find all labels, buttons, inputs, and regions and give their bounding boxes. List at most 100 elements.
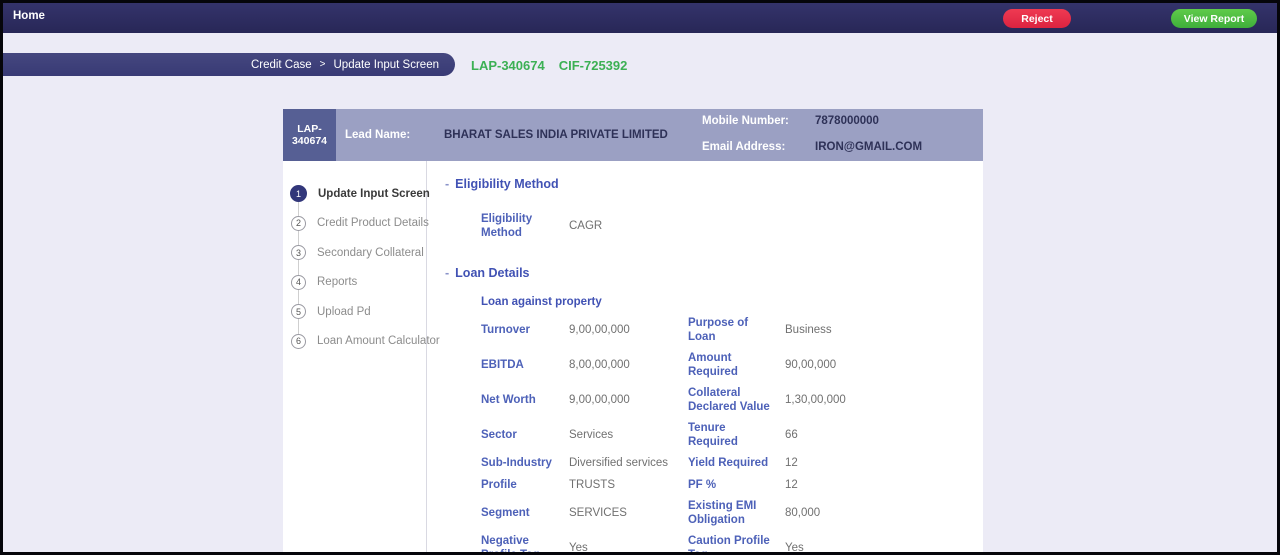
field-value: 12 [785,478,798,491]
lead-card-body: Lead Name: BHARAT SALES INDIA PRIVATE LI… [336,109,983,161]
home-link[interactable]: Home [13,10,45,22]
main-content: LAP- 340674 Lead Name: BHARAT SALES INDI… [283,109,983,552]
field-label: Negative Profile Tag [481,535,540,552]
field-value: 80,000 [785,506,821,519]
step-item-update-input-screen[interactable]: 1 Update Input Screen [283,179,430,209]
step-item-reports[interactable]: 4 Reports [283,268,426,298]
top-navigation-bar: Home Reject View Report [3,3,1277,33]
breadcrumb-separator-icon: > [319,59,326,70]
field-label: Eligibility Method [481,213,533,239]
mobile-number-label: Mobile Number: [702,115,789,127]
form-area: - Eligibility Method Eligibility Method C… [427,161,983,552]
lead-name-value: BHARAT SALES INDIA PRIVATE LIMITED [444,129,668,141]
step-label: Loan Amount Calculator [317,335,440,348]
field-label: Existing EMI Obligation [688,500,757,526]
field-row: Segment SERVICES Existing EMI Obligation 80… [481,496,983,531]
field-label: Net Worth [481,393,536,406]
field-value: Business [785,323,832,336]
field-label: Segment [481,506,530,519]
field-row: EBITDA 8,00,00,000 Amount Required 90,00,00… [481,348,983,383]
step-label: Upload Pd [317,305,371,318]
collapse-icon[interactable]: - [445,177,449,191]
app-page: Home Reject View Report Credit Case > Up… [3,3,1277,552]
field-value: 8,00,00,000 [569,358,630,371]
view-report-button[interactable]: View Report [1171,9,1257,28]
form-panel: 1 Update Input Screen 2 Credit Product Deta… [283,161,983,552]
reject-button[interactable]: Reject [1003,9,1071,28]
loan-product-subheading: Loan against property [481,296,602,308]
field-value: TRUSTS [569,478,615,491]
field-value: SERVICES [569,506,627,519]
email-row: Email Address: IRON@GMAIL.COM [702,141,983,153]
lead-contacts: Mobile Number: 7878000000 Email Address:… [669,109,983,161]
field-row: Turnover 9,00,00,000 Purpose of Loan Busine… [481,313,983,348]
field-row: Eligibility Method CAGR [481,209,983,244]
mobile-number-value: 7878000000 [815,115,879,127]
loan-details-section-title-text: Loan Details [455,266,530,280]
step-number: 1 [290,185,307,203]
collapse-icon[interactable]: - [445,266,449,280]
field-label: Collateral Declared Value [688,387,770,413]
email-address-value: IRON@GMAIL.COM [815,141,923,153]
eligibility-section-title: - Eligibility Method [445,177,983,191]
breadcrumb: Credit Case > Update Input Screen [3,53,455,76]
field-label: EBITDA [481,358,524,371]
field-row: Profile TRUSTS PF % 12 [481,475,983,497]
field-value: 66 [785,428,798,441]
step-item-loan-amount-calculator[interactable]: 6 Loan Amount Calculator [283,327,440,357]
breadcrumb-credit-case[interactable]: Credit Case [251,59,312,71]
lead-name-label: Lead Name: [345,129,411,141]
lead-id-line2: 340674 [291,135,328,147]
step-number: 6 [291,333,306,349]
step-item-credit-product-details[interactable]: 2 Credit Product Details [283,209,429,239]
step-navigation: 1 Update Input Screen 2 Credit Product Deta… [283,161,440,552]
step-item-secondary-collateral[interactable]: 3 Secondary Collateral [283,238,426,268]
field-label: Turnover [481,323,530,336]
step-item-upload-pd[interactable]: 5 Upload Pd [283,297,426,327]
loan-details-section-title: - Loan Details [445,266,983,280]
case-identifiers: LAP-340674 CIF-725392 [471,58,627,73]
lap-id: LAP-340674 [471,58,545,73]
screenshot-frame: Home Reject View Report Credit Case > Up… [0,0,1280,555]
field-value: Yes [569,541,588,552]
field-label: Purpose of Loan [688,317,749,343]
field-value: Diversified services [569,457,669,469]
field-label: Profile [481,478,517,491]
step-number: 4 [291,274,306,290]
field-value: Yes [785,541,804,552]
mobile-row: Mobile Number: 7878000000 [702,115,983,127]
loan-details-section: - Loan Details Loan against property Tur… [445,266,983,552]
field-value: CAGR [569,219,603,232]
step-number: 3 [291,245,306,261]
field-row: Negative Profile Tag Yes Caution Profile T… [481,531,983,552]
eligibility-section-title-text: Eligibility Method [455,177,559,191]
field-label: Sub-Industry [481,457,552,469]
field-label: PF % [688,478,717,491]
lead-id-line1: LAP- [297,123,322,135]
cif-id: CIF-725392 [558,58,628,73]
eligibility-method-section: - Eligibility Method Eligibility Method C… [445,177,983,244]
field-label: Yield Required [688,457,769,469]
field-value: 12 [785,457,798,469]
breadcrumb-update-input-screen[interactable]: Update Input Screen [334,59,440,71]
field-value: 9,00,00,000 [569,393,630,406]
field-row: Sub-Industry Diversified services Yield Re… [481,453,983,475]
field-value: Services [569,428,614,441]
lead-id-badge: LAP- 340674 [283,109,336,161]
field-label: Caution Profile Tag [688,535,770,552]
step-label: Secondary Collateral [317,246,424,259]
step-number: 2 [291,215,306,231]
field-label: Amount Required [688,352,738,378]
field-label: Sector [481,428,517,441]
field-row: Sector Services Tenure Required 66 [481,418,983,453]
step-label: Reports [317,276,358,289]
field-value: 90,00,000 [785,358,837,371]
step-number: 5 [291,304,306,320]
field-label: Tenure Required [688,422,738,448]
lead-header-card: LAP- 340674 Lead Name: BHARAT SALES INDI… [283,109,983,161]
field-value: 9,00,00,000 [569,323,630,336]
field-value: 1,30,00,000 [785,393,846,406]
step-label: Update Input Screen [318,187,430,200]
email-address-label: Email Address: [702,141,786,153]
step-label: Credit Product Details [317,217,429,230]
